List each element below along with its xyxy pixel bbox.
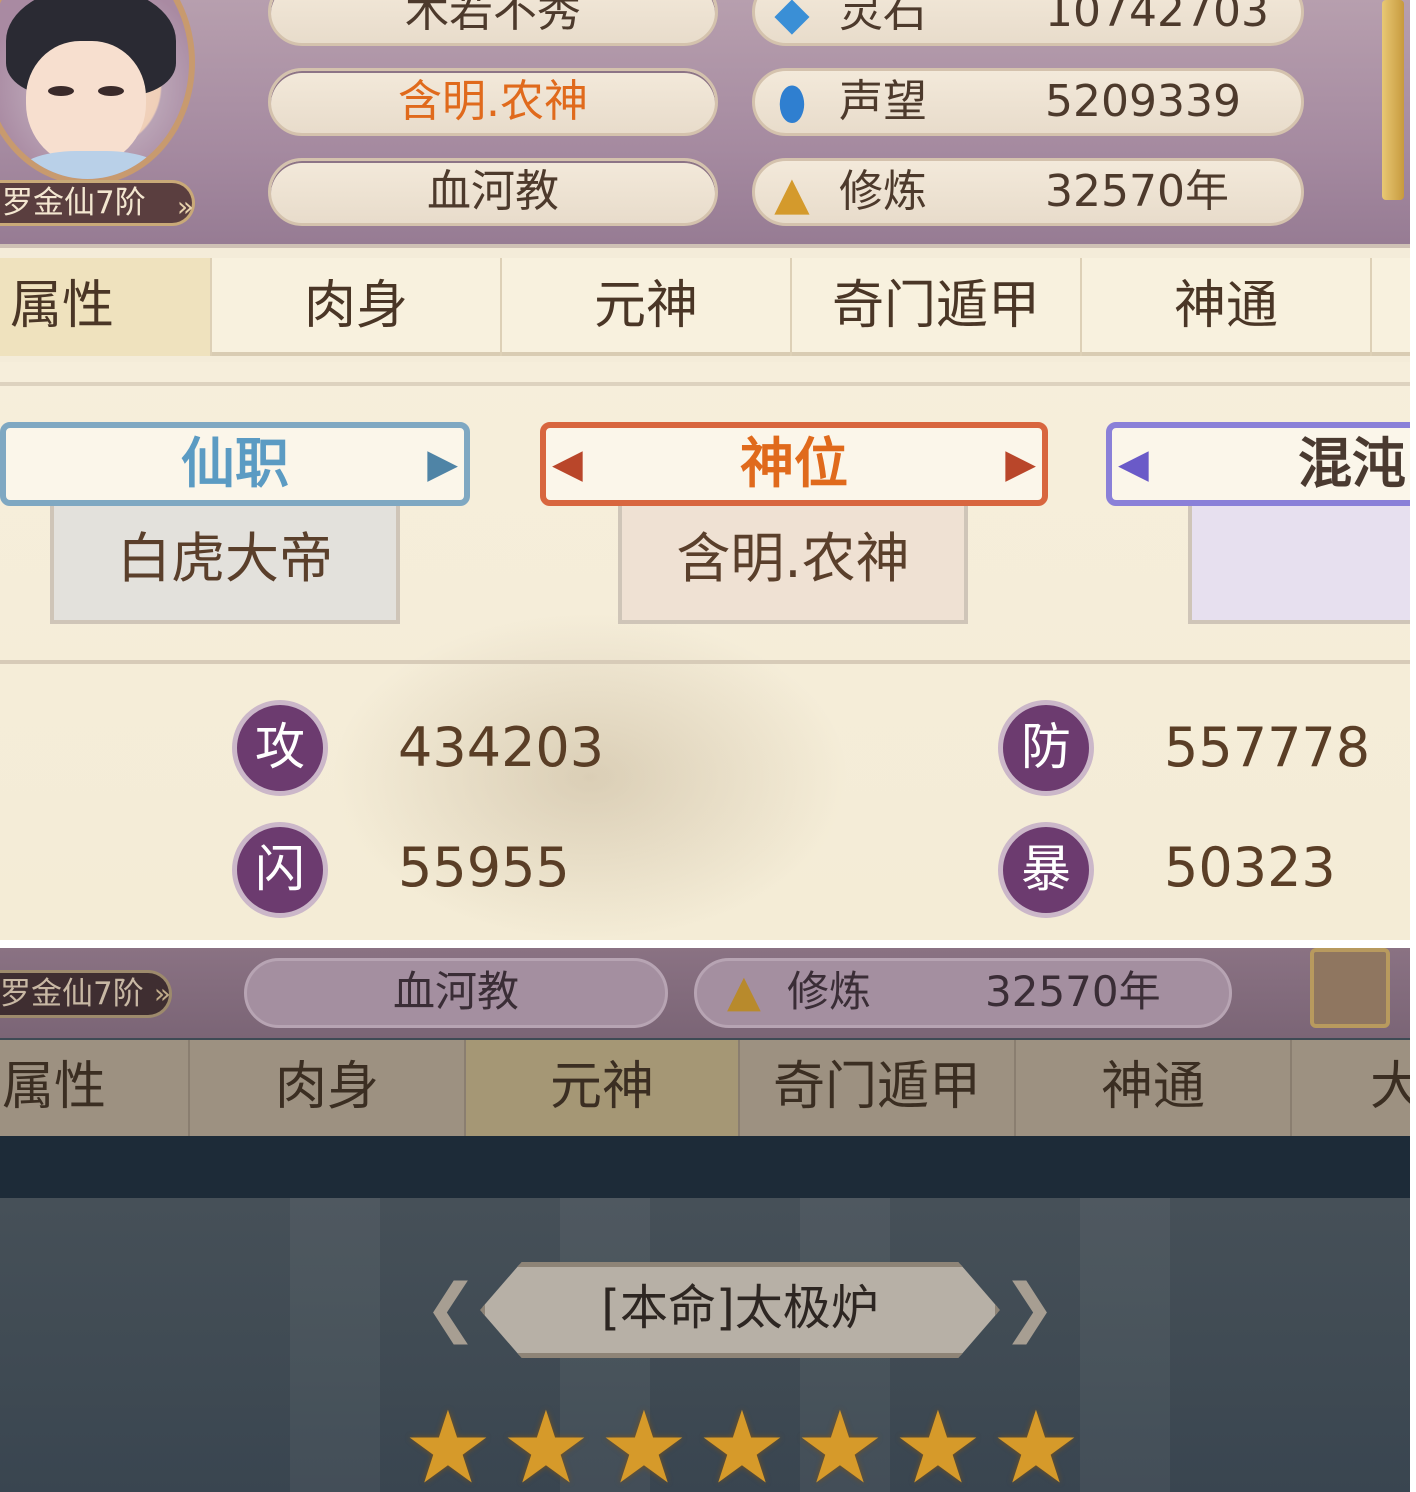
tab-overflow[interactable]: 大 <box>1292 1040 1410 1136</box>
tab-qimen-dunjia[interactable]: 奇门遁甲 <box>792 258 1082 356</box>
immortal-office-banner[interactable]: 仙职 ▶ <box>0 422 470 506</box>
deity-rank-label: 神位 <box>740 432 848 495</box>
defense-icon: 防 <box>998 700 1094 796</box>
chevron-left-icon: ◀ <box>1118 441 1149 487</box>
chevron-right-icon: ❯ <box>1002 1271 1056 1345</box>
immortal-office-value: 白虎大帝 <box>117 527 333 590</box>
deity-rank-card[interactable]: 含明.农神 <box>618 500 968 624</box>
cultivation-meditation-icon: ▲ <box>774 166 810 220</box>
chevron-right-icon: » <box>153 977 171 1010</box>
star-icon: ★ <box>893 1389 983 1492</box>
player-sect[interactable]: 血河教 <box>244 958 668 1028</box>
avatar-face <box>26 41 146 166</box>
rank-badge[interactable]: 罗金仙7阶 » <box>0 970 172 1018</box>
player-name: 木若不秀 <box>268 0 718 46</box>
star-icon: ★ <box>599 1389 689 1492</box>
tab-divine-power[interactable]: 神通 <box>1016 1040 1292 1136</box>
resource-cultivation: ▲ 修炼 32570年 <box>694 958 1232 1028</box>
deity-rank-banner[interactable]: ◀ 神位 ▶ <box>540 422 1048 506</box>
lantern-ornament <box>1310 948 1390 1028</box>
star-icon: ★ <box>697 1389 787 1492</box>
character-panel-attributes: 罗金仙7阶 » 木若不秀 含明.农神 血河教 ◆ 灵石 10742703 ⬮ 声… <box>0 0 1410 940</box>
resource-label: 灵石 <box>839 0 927 37</box>
chevron-right-icon: » <box>176 190 194 223</box>
defense-value: 557778 <box>1164 716 1371 779</box>
resource-prestige: ⬮ 声望 5209339 <box>752 68 1304 136</box>
tab-qimen-dunjia[interactable]: 奇门遁甲 <box>740 1040 1016 1136</box>
attack-icon: 攻 <box>232 700 328 796</box>
background-pillar <box>1080 1198 1170 1492</box>
chevron-right-icon: ▶ <box>1005 441 1036 487</box>
player-title[interactable]: 含明.农神 <box>268 68 718 136</box>
tab-body[interactable]: 肉身 <box>190 1040 466 1136</box>
chaos-card[interactable] <box>1188 500 1410 624</box>
scene-top-band <box>0 1136 1410 1198</box>
resource-value: 32570年 <box>985 967 1161 1016</box>
player-sect[interactable]: 血河教 <box>268 158 718 226</box>
rank-label: 罗金仙7阶 <box>0 976 144 1012</box>
resource-value: 32570年 <box>1045 166 1229 217</box>
immortal-office-label: 仙职 <box>181 432 289 495</box>
artifact-title-plaque[interactable]: ❮ [本命]太极炉 ❯ <box>424 1258 1056 1362</box>
character-panel-soul: 罗金仙7阶 » 血河教 ▲ 修炼 32570年 属性 肉身 元神 奇门遁甲 神通… <box>0 948 1410 1492</box>
attack-value: 434203 <box>398 716 605 779</box>
rank-badge[interactable]: 罗金仙7阶 » <box>0 180 195 226</box>
resource-label: 修炼 <box>839 166 927 217</box>
dodge-icon: 闪 <box>232 822 328 918</box>
avatar-eye <box>98 86 124 96</box>
attributes-content: 白虎大帝 仙职 ▶ 含明.农神 ◀ 神位 ▶ ◀ 混沌 攻 434203 防 5… <box>0 362 1410 940</box>
tab-bar: 属性 肉身 元神 奇门遁甲 神通 大 <box>0 1040 1410 1136</box>
star-icon: ★ <box>403 1389 493 1492</box>
divider <box>0 382 1410 386</box>
tab-soul[interactable]: 元神 <box>502 258 792 356</box>
chaos-banner[interactable]: ◀ 混沌 <box>1106 422 1410 506</box>
immortal-office-card[interactable]: 白虎大帝 <box>50 500 400 624</box>
tab-bar: 属性 肉身 元神 奇门遁甲 神通 <box>0 258 1410 356</box>
tab-overflow[interactable] <box>1372 258 1410 356</box>
artifact-title: [本命]太极炉 <box>601 1280 879 1336</box>
prestige-crystal-icon: ⬮ <box>777 76 807 130</box>
star-icon: ★ <box>991 1389 1081 1492</box>
tab-soul[interactable]: 元神 <box>466 1040 740 1136</box>
chaos-label: 混沌 <box>1298 432 1406 495</box>
resource-spirit-stone: ◆ 灵石 10742703 <box>752 0 1304 46</box>
dodge-value: 55955 <box>398 836 570 899</box>
resource-cultivation: ▲ 修炼 32570年 <box>752 158 1304 226</box>
deity-rank-value: 含明.农神 <box>676 527 910 590</box>
resource-value: 5209339 <box>1045 76 1241 127</box>
tab-divine-power[interactable]: 神通 <box>1082 258 1372 356</box>
rank-label: 罗金仙7阶 <box>2 185 146 221</box>
resource-label: 修炼 <box>787 967 872 1016</box>
spirit-stone-icon: ◆ <box>774 0 810 40</box>
chevron-right-icon: ▶ <box>427 441 458 487</box>
profile-header-dimmed: 罗金仙7阶 » 血河教 ▲ 修炼 32570年 <box>0 948 1410 1038</box>
tab-body[interactable]: 肉身 <box>212 258 502 356</box>
star-icon: ★ <box>501 1389 591 1492</box>
cultivation-meditation-icon: ▲ <box>727 966 761 1017</box>
artifact-star-rating: ★ ★ ★ ★ ★ ★ ★ <box>400 1389 1084 1492</box>
critical-value: 50323 <box>1164 836 1336 899</box>
star-icon: ★ <box>795 1389 885 1492</box>
profile-header: 罗金仙7阶 » 木若不秀 含明.农神 血河教 ◆ 灵石 10742703 ⬮ 声… <box>0 0 1410 248</box>
chevron-left-icon: ◀ <box>552 441 583 487</box>
tab-attributes[interactable]: 属性 <box>0 1040 190 1136</box>
avatar[interactable] <box>0 0 195 185</box>
side-frame-ornament <box>1382 0 1404 200</box>
divider <box>0 660 1410 664</box>
critical-icon: 暴 <box>998 822 1094 918</box>
resource-value: 10742703 <box>1045 0 1269 37</box>
avatar-eye <box>48 86 74 96</box>
tab-attributes[interactable]: 属性 <box>0 258 212 356</box>
resource-label: 声望 <box>839 76 927 127</box>
background-pillar <box>290 1198 380 1492</box>
